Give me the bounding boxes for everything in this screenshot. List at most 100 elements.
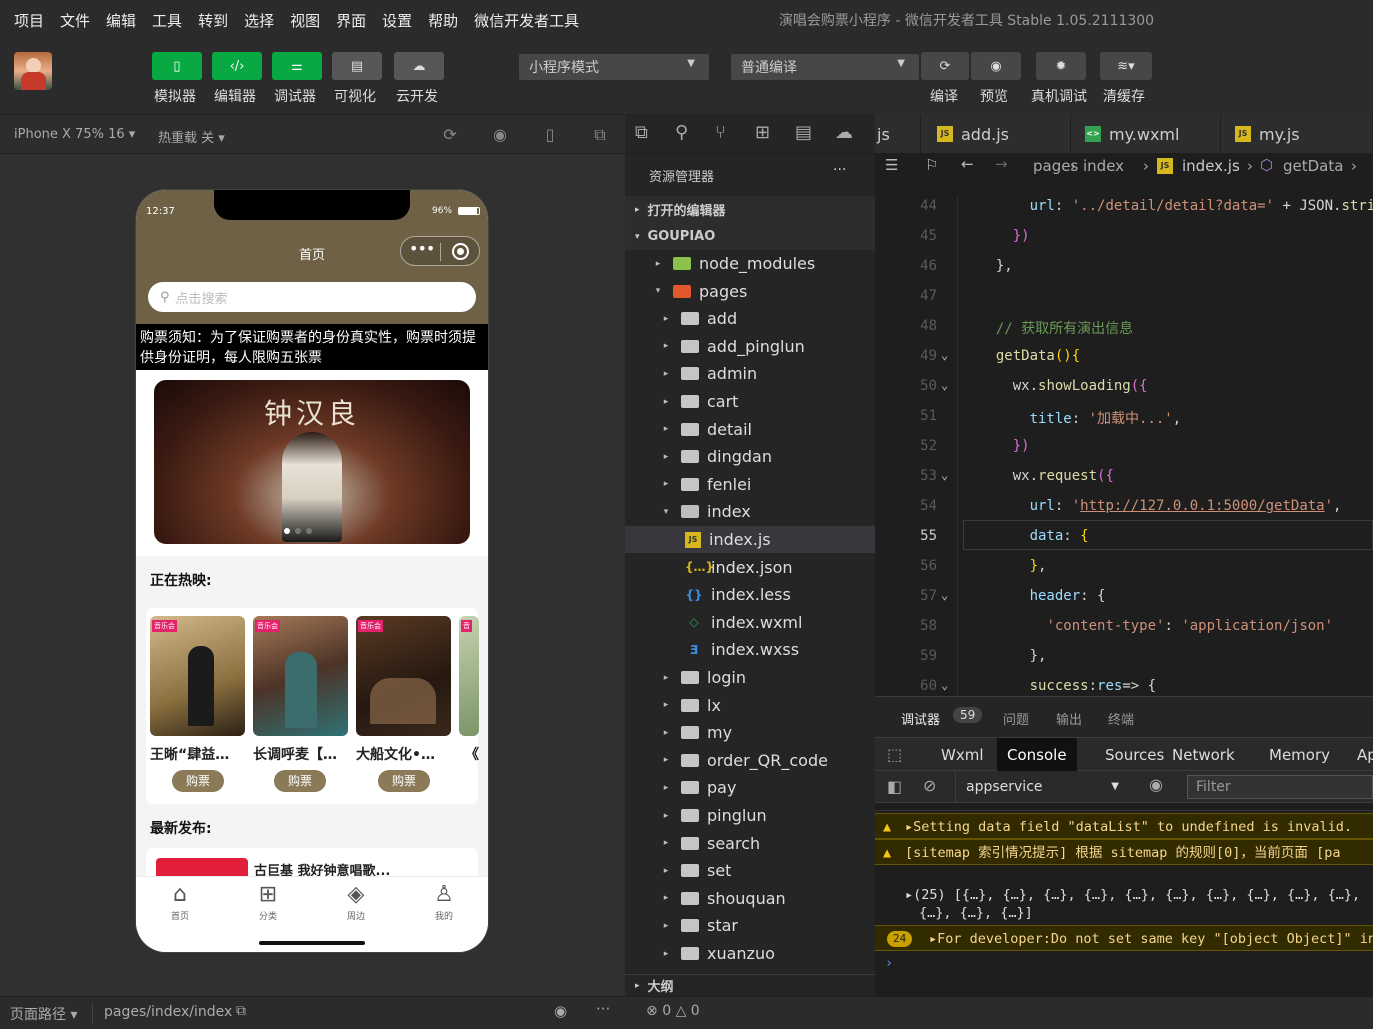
console-log[interactable]: ▸(25) [{…}, {…}, {…}, {…}, {…}, {…}, {…}… [875, 885, 1373, 905]
sidebar-toggle-icon[interactable]: ◧ [887, 777, 902, 796]
mode-select[interactable]: 小程序模式 ▼ [519, 54, 709, 80]
debugger-toggle-button[interactable]: ⚌ [272, 52, 322, 80]
code-editor[interactable]: 44 url: '../detail/detail?data=' + JSON.… [875, 180, 1373, 696]
breadcrumb-item[interactable]: index.js [1182, 157, 1240, 175]
list-icon[interactable]: ☰ [885, 156, 898, 174]
show-card-title-3[interactable]: 大船文化•… [356, 744, 451, 764]
show-card-title-4[interactable]: 《 [465, 744, 479, 764]
device-select[interactable]: iPhone X 75% 16 ▾ [14, 127, 135, 142]
close-capsule-icon[interactable] [452, 243, 469, 260]
tree-item-node-modules[interactable]: ▸ node_modules [625, 250, 875, 277]
tab-debugger[interactable]: 调试器 [901, 709, 940, 728]
show-card-poster-1[interactable]: 音乐会 [150, 616, 245, 736]
menu-item[interactable]: 项目 [14, 10, 44, 31]
cloud-icon[interactable]: ☁ [835, 122, 853, 143]
tab-terminal[interactable]: 终端 [1108, 709, 1134, 728]
hot-reload-select[interactable]: 热重载 关 ▾ [158, 127, 225, 146]
eye-icon[interactable]: ◉ [1149, 775, 1163, 794]
avatar[interactable] [14, 52, 52, 90]
latest-item[interactable]: 古巨基 我好钟意唱歌... [146, 848, 478, 879]
search-icon[interactable]: ⚲ [675, 122, 688, 143]
breadcrumb-item[interactable]: index [1083, 157, 1124, 175]
clear-cache-button[interactable]: ≋▾ [1100, 52, 1152, 80]
buy-ticket-button[interactable]: 购票 [172, 770, 224, 792]
tab-wxml[interactable]: Wxml [931, 738, 994, 772]
tree-item-star[interactable]: ▸ star [625, 912, 875, 939]
menu-item[interactable]: 文件 [60, 10, 90, 31]
tree-item-search[interactable]: ▸ search [625, 830, 875, 857]
editor-tab-my-wxml[interactable]: <> my.wxml [1071, 114, 1221, 154]
tab-memory[interactable]: Memory [1259, 738, 1340, 772]
outline-section[interactable]: ▸ 大纲 [625, 974, 875, 996]
tree-item-add[interactable]: ▸ add [625, 305, 875, 332]
database-icon[interactable]: ▤ [795, 122, 812, 143]
simulator-toggle-button[interactable]: ▯ [152, 52, 202, 80]
editor-tab-js[interactable]: js [875, 114, 921, 154]
files-icon[interactable]: ⧉ [635, 122, 648, 143]
editor-toggle-button[interactable]: ‹/› [212, 52, 262, 80]
compile-select[interactable]: 普通编译 ▼ [731, 54, 919, 80]
banner-image[interactable]: 钟汉良 [154, 380, 470, 544]
tab-appdata[interactable]: AppD [1347, 738, 1373, 772]
more-icon[interactable]: ··· [596, 1000, 610, 1018]
tree-item-index-js[interactable]: JS index.js [625, 526, 875, 553]
cloud-dev-button[interactable]: ☁ [394, 52, 444, 80]
tab-home[interactable]: ⌂ 首页 [150, 881, 210, 922]
page-path-select[interactable]: 页面路径 ▾ [10, 1004, 77, 1024]
editor-tab-my-js[interactable]: JS my.js [1221, 114, 1373, 154]
tree-item-admin[interactable]: ▸ admin [625, 360, 875, 387]
tab-mine[interactable]: ♙ 我的 [414, 881, 474, 922]
explorer-more-icon[interactable]: ··· [833, 162, 846, 178]
editor-tab-add-js[interactable]: JS add.js [921, 114, 1071, 154]
fold-chevron-icon[interactable]: ⌄ [941, 588, 948, 602]
menu-item[interactable]: 工具 [152, 10, 182, 31]
tab-merch[interactable]: ◈ 周边 [326, 881, 386, 922]
console-prompt[interactable]: › [875, 951, 1373, 975]
tree-item-xuanzuo[interactable]: ▸ xuanzuo [625, 940, 875, 967]
more-dots-icon[interactable]: ••• [409, 239, 435, 258]
show-card-title-2[interactable]: 长调呼麦【… [253, 744, 348, 764]
context-select[interactable]: appservice ▼ [955, 771, 1131, 803]
show-card-poster-2[interactable]: 音乐会 [253, 616, 348, 736]
stop-icon[interactable]: ◉ [490, 125, 510, 145]
tree-item-shouquan[interactable]: ▸ shouquan [625, 885, 875, 912]
menu-item[interactable]: 选择 [244, 10, 274, 31]
tree-item-index-wxml[interactable]: ◇ index.wxml [625, 609, 875, 636]
open-editors-section[interactable]: ▸ 打开的编辑器 [625, 196, 875, 223]
menu-item[interactable]: 编辑 [106, 10, 136, 31]
remote-debug-button[interactable]: ✹ [1036, 52, 1086, 80]
tree-item-pay[interactable]: ▸ pay [625, 774, 875, 801]
tree-item-login[interactable]: ▸ login [625, 664, 875, 691]
console-filter-input[interactable]: Filter [1187, 775, 1373, 799]
show-card-poster-4[interactable]: 音 [459, 616, 479, 736]
eye-icon[interactable]: ◉ [554, 1002, 567, 1020]
tree-item-lx[interactable]: ▸ lx [625, 692, 875, 719]
detach-window-icon[interactable]: ⧉ [590, 125, 610, 145]
clear-console-icon[interactable]: ⊘ [923, 776, 936, 795]
tree-item-pinglun[interactable]: ▸ pinglun [625, 802, 875, 829]
tree-item-pages[interactable]: ▾ pages [625, 278, 875, 305]
compile-button[interactable]: ⟳ [921, 52, 969, 80]
project-section[interactable]: ▾ GOUPIAO [625, 223, 875, 250]
tree-item-set[interactable]: ▸ set [625, 857, 875, 884]
show-card-title-1[interactable]: 王晰“肆益… [150, 744, 245, 764]
tab-problems[interactable]: 问题 [1003, 709, 1029, 728]
tree-item-index-less[interactable]: {} index.less [625, 581, 875, 608]
fold-chevron-icon[interactable]: ⌄ [941, 678, 948, 692]
refresh-icon[interactable]: ⟳ [440, 125, 460, 145]
tab-output[interactable]: 输出 [1056, 709, 1082, 728]
tree-item-fenlei[interactable]: ▸ fenlei [625, 471, 875, 498]
breadcrumb-item[interactable]: getData [1283, 157, 1343, 175]
copy-icon[interactable]: ⧉ [236, 1003, 246, 1019]
fold-chevron-icon[interactable]: ⌄ [941, 468, 948, 482]
tab-category[interactable]: ⊞ 分类 [238, 881, 298, 922]
fold-chevron-icon[interactable]: ⌄ [941, 348, 948, 362]
menu-item[interactable]: 设置 [382, 10, 412, 31]
menu-item[interactable]: 帮助 [428, 10, 458, 31]
search-input[interactable]: ⚲ 点击搜索 [148, 282, 476, 312]
visual-button[interactable]: ▤ [332, 52, 382, 80]
phone-icon[interactable]: ▯ [540, 125, 560, 145]
tree-item-index[interactable]: ▾ index [625, 498, 875, 525]
phone-simulator[interactable]: 12:37 96% 首页 ••• ⚲ 点击搜索 购票须知：为了保证购票者的身份真实… [136, 190, 488, 952]
bookmark-icon[interactable]: ⚐ [925, 156, 938, 174]
